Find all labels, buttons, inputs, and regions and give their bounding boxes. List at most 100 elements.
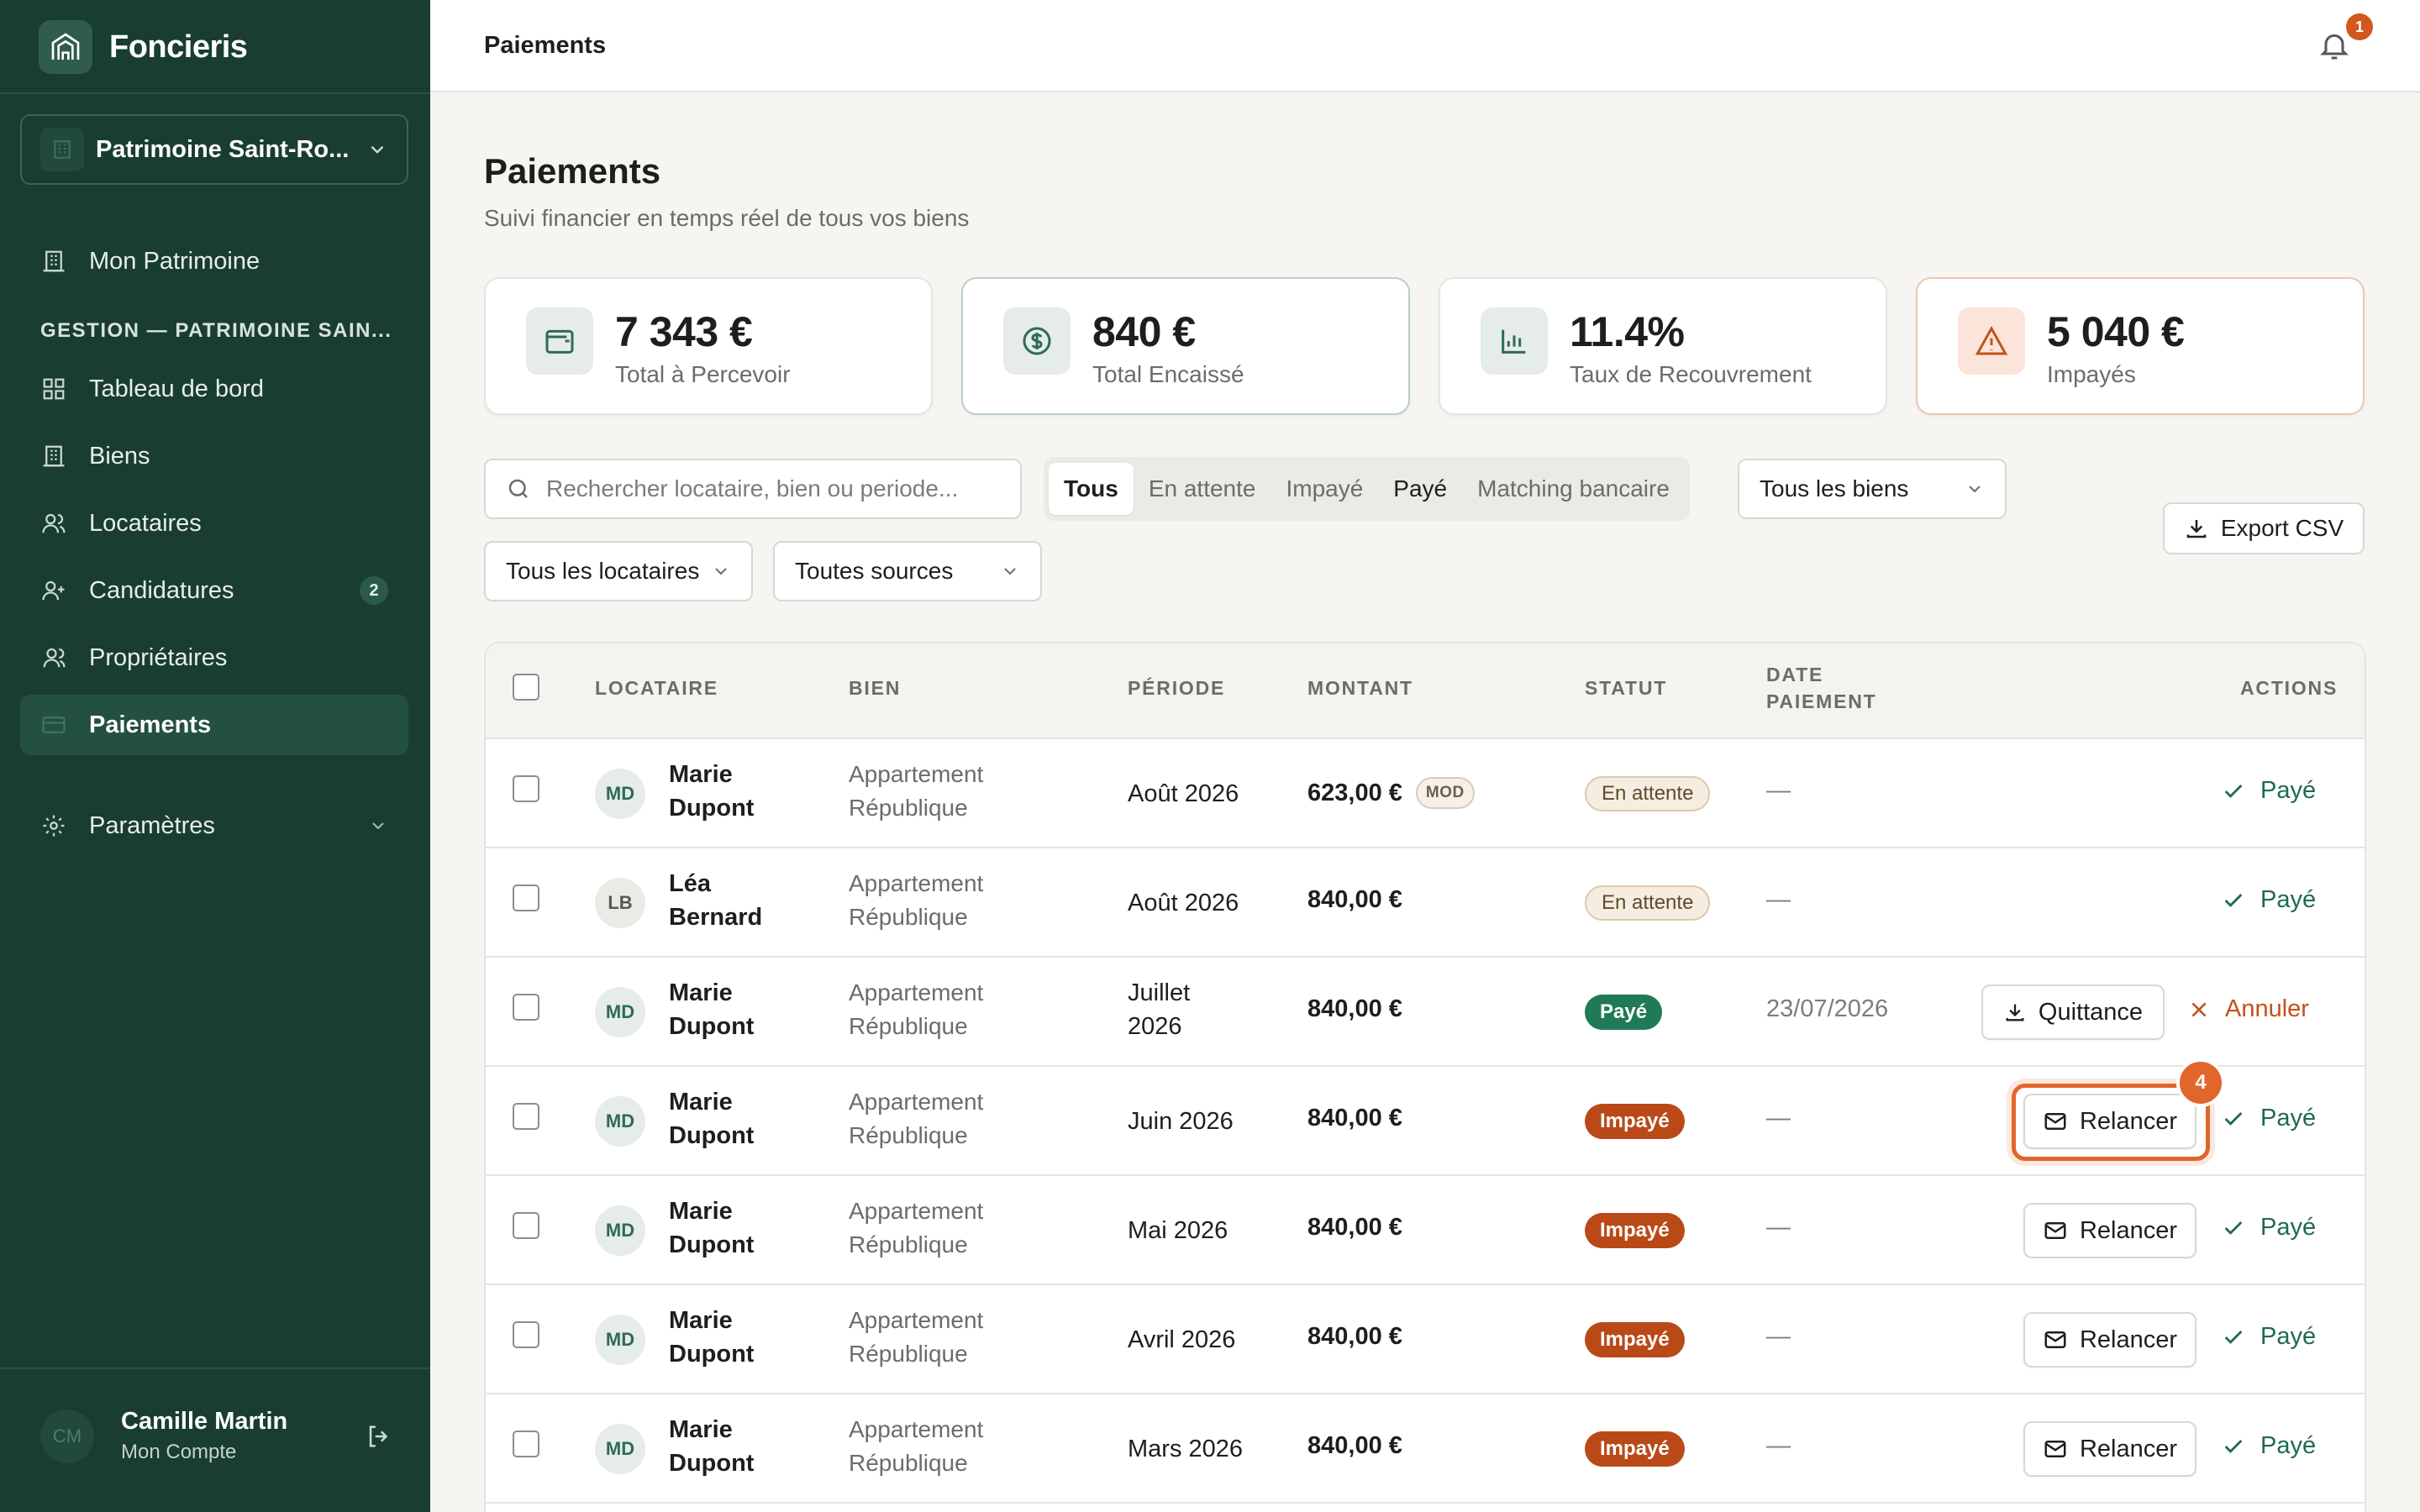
- button-label: Relancer: [2079, 1326, 2178, 1353]
- relancer-button[interactable]: Relancer: [2023, 1203, 2196, 1258]
- button-label: Relancer: [2079, 1435, 2178, 1462]
- tab-paye[interactable]: Payé: [1378, 463, 1462, 515]
- brand[interactable]: Foncieris: [39, 20, 248, 74]
- building-icon: [40, 248, 67, 275]
- amount: 840,00 €: [1307, 1214, 1402, 1242]
- row-checkbox[interactable]: [513, 775, 539, 802]
- nav-label: Mon Patrimoine: [89, 247, 260, 275]
- chevron-down-icon: [1969, 486, 1981, 493]
- col-periode[interactable]: PÉRIODE: [1128, 675, 1225, 701]
- mail-icon: [2044, 1441, 2066, 1457]
- biens-filter[interactable]: Tous les biens: [1738, 459, 2007, 519]
- col-statut[interactable]: STATUT: [1585, 675, 1667, 701]
- download-icon: [2006, 1004, 2024, 1021]
- quittance-button[interactable]: Quittance: [1981, 984, 2165, 1040]
- kpi-value: 7 343 €: [615, 308, 753, 355]
- user-account[interactable]: CM Camille Martin Mon Compte: [40, 1408, 393, 1464]
- last-name: Dupont: [669, 1231, 755, 1258]
- amount-value: 840,00 €: [1307, 1214, 1402, 1241]
- nav-paiements[interactable]: Paiements: [20, 695, 408, 755]
- row-checkbox[interactable]: [513, 885, 539, 911]
- relancer-button[interactable]: Relancer: [2023, 1421, 2196, 1477]
- tab-matching-bancaire[interactable]: Matching bancaire: [1462, 463, 1685, 515]
- relancer-button[interactable]: Relancer: [2023, 1094, 2196, 1149]
- tenant-name[interactable]: Marie Dupont: [669, 1194, 786, 1262]
- row-checkbox[interactable]: [513, 1103, 539, 1130]
- period: Mai 2026: [1128, 1217, 1228, 1244]
- mark-paid-button[interactable]: Payé: [2222, 1214, 2316, 1242]
- col-date-l1[interactable]: DATE: [1766, 662, 1823, 688]
- dropdown-label: Tous les biens: [1760, 475, 1909, 501]
- property-line1: Appartement: [849, 1089, 984, 1115]
- tenant-name[interactable]: Marie Dupont: [669, 1413, 786, 1480]
- row-checkbox[interactable]: [513, 1321, 539, 1348]
- nav-mon-patrimoine[interactable]: Mon Patrimoine: [20, 231, 408, 291]
- button-label: Payé: [2260, 1105, 2317, 1131]
- org-selector[interactable]: Patrimoine Saint-Ro...: [20, 114, 408, 185]
- tab-impaye[interactable]: Impayé: [1270, 463, 1378, 515]
- check-icon: [2224, 1439, 2243, 1453]
- amount: 840,00 €: [1307, 886, 1402, 914]
- tenant-name[interactable]: Marie Dupont: [669, 758, 786, 825]
- search-input[interactable]: [546, 475, 1000, 502]
- mark-paid-button[interactable]: Payé: [2222, 1432, 2316, 1460]
- row-checkbox[interactable]: [513, 1212, 539, 1239]
- tab-tous[interactable]: Tous: [1049, 463, 1134, 515]
- sources-filter[interactable]: Toutes sources: [773, 541, 1042, 601]
- locataires-filter[interactable]: Tous les locataires: [484, 541, 753, 601]
- nav-parametres[interactable]: Paramètres: [20, 795, 408, 856]
- row-checkbox[interactable]: [513, 994, 539, 1021]
- app-name: Foncieris: [109, 29, 248, 65]
- mark-paid-button[interactable]: Payé: [2222, 886, 2316, 914]
- tenant-name[interactable]: Léa Bernard: [669, 867, 786, 934]
- row-checkbox[interactable]: [513, 1431, 539, 1457]
- avatar: MD: [595, 769, 645, 819]
- building-icon: [40, 443, 67, 470]
- nav-candidatures[interactable]: Candidatures 2: [20, 560, 408, 621]
- property-line1: Appartement: [849, 1416, 984, 1442]
- payment-date: —: [1766, 1214, 1791, 1241]
- avatar: MD: [595, 1096, 645, 1147]
- logout-icon[interactable]: [365, 1422, 393, 1451]
- export-csv-button[interactable]: Export CSV: [2163, 502, 2365, 554]
- relancer-button[interactable]: Relancer: [2023, 1312, 2196, 1368]
- table-row: MD Marie Dupont Appartement République Aoû…: [486, 739, 2365, 848]
- tenant-name[interactable]: Marie Dupont: [669, 1304, 786, 1371]
- last-name: Dupont: [669, 1341, 755, 1368]
- kpi-total-a-percevoir: 7 343 € Total à Percevoir: [484, 277, 933, 415]
- button-label: Annuler: [2225, 995, 2309, 1022]
- close-icon: [2191, 1001, 2207, 1017]
- mark-paid-button[interactable]: Payé: [2222, 777, 2316, 805]
- payment-date: —: [1766, 886, 1791, 913]
- first-name: Marie: [669, 1307, 733, 1334]
- mark-paid-button[interactable]: Payé: [2222, 1105, 2316, 1132]
- gear-icon: [40, 812, 67, 839]
- first-name: Marie: [669, 1198, 733, 1225]
- mark-paid-button[interactable]: Payé: [2222, 1323, 2316, 1351]
- select-all-checkbox[interactable]: [513, 674, 539, 701]
- nav-label: Candidatures: [89, 576, 234, 604]
- tab-en-attente[interactable]: En attente: [1134, 463, 1271, 515]
- payment-date: 23/07/2026: [1766, 995, 1889, 1022]
- col-bien[interactable]: BIEN: [849, 675, 901, 701]
- last-name: Dupont: [669, 1450, 755, 1477]
- count-badge: 2: [360, 576, 388, 605]
- nav-proprietaires[interactable]: Propriétaires: [20, 627, 408, 688]
- amount: 840,00 €: [1307, 1432, 1402, 1460]
- col-date-l2[interactable]: PAIEMENT: [1766, 689, 1877, 715]
- bell-icon[interactable]: [2317, 29, 2351, 62]
- nav-tableau-de-bord[interactable]: Tableau de bord: [20, 359, 408, 419]
- search-box[interactable]: [484, 459, 1022, 519]
- kpi-value: 5 040 €: [2047, 308, 2185, 355]
- tenant-name[interactable]: Marie Dupont: [669, 1085, 786, 1152]
- nav-biens[interactable]: Biens: [20, 426, 408, 486]
- status-tabs: Tous En attente Impayé Payé Matching ban…: [1044, 457, 1690, 521]
- property-name: Appartement République: [849, 867, 1050, 934]
- tenant-name[interactable]: Marie Dupont: [669, 976, 786, 1043]
- avatar: CM: [40, 1409, 94, 1463]
- cancel-button[interactable]: Annuler: [2188, 995, 2309, 1023]
- col-locataire[interactable]: LOCATAIRE: [595, 675, 718, 701]
- property-line2: République: [849, 1122, 968, 1148]
- nav-locataires[interactable]: Locataires: [20, 493, 408, 554]
- col-montant[interactable]: MONTANT: [1307, 675, 1413, 701]
